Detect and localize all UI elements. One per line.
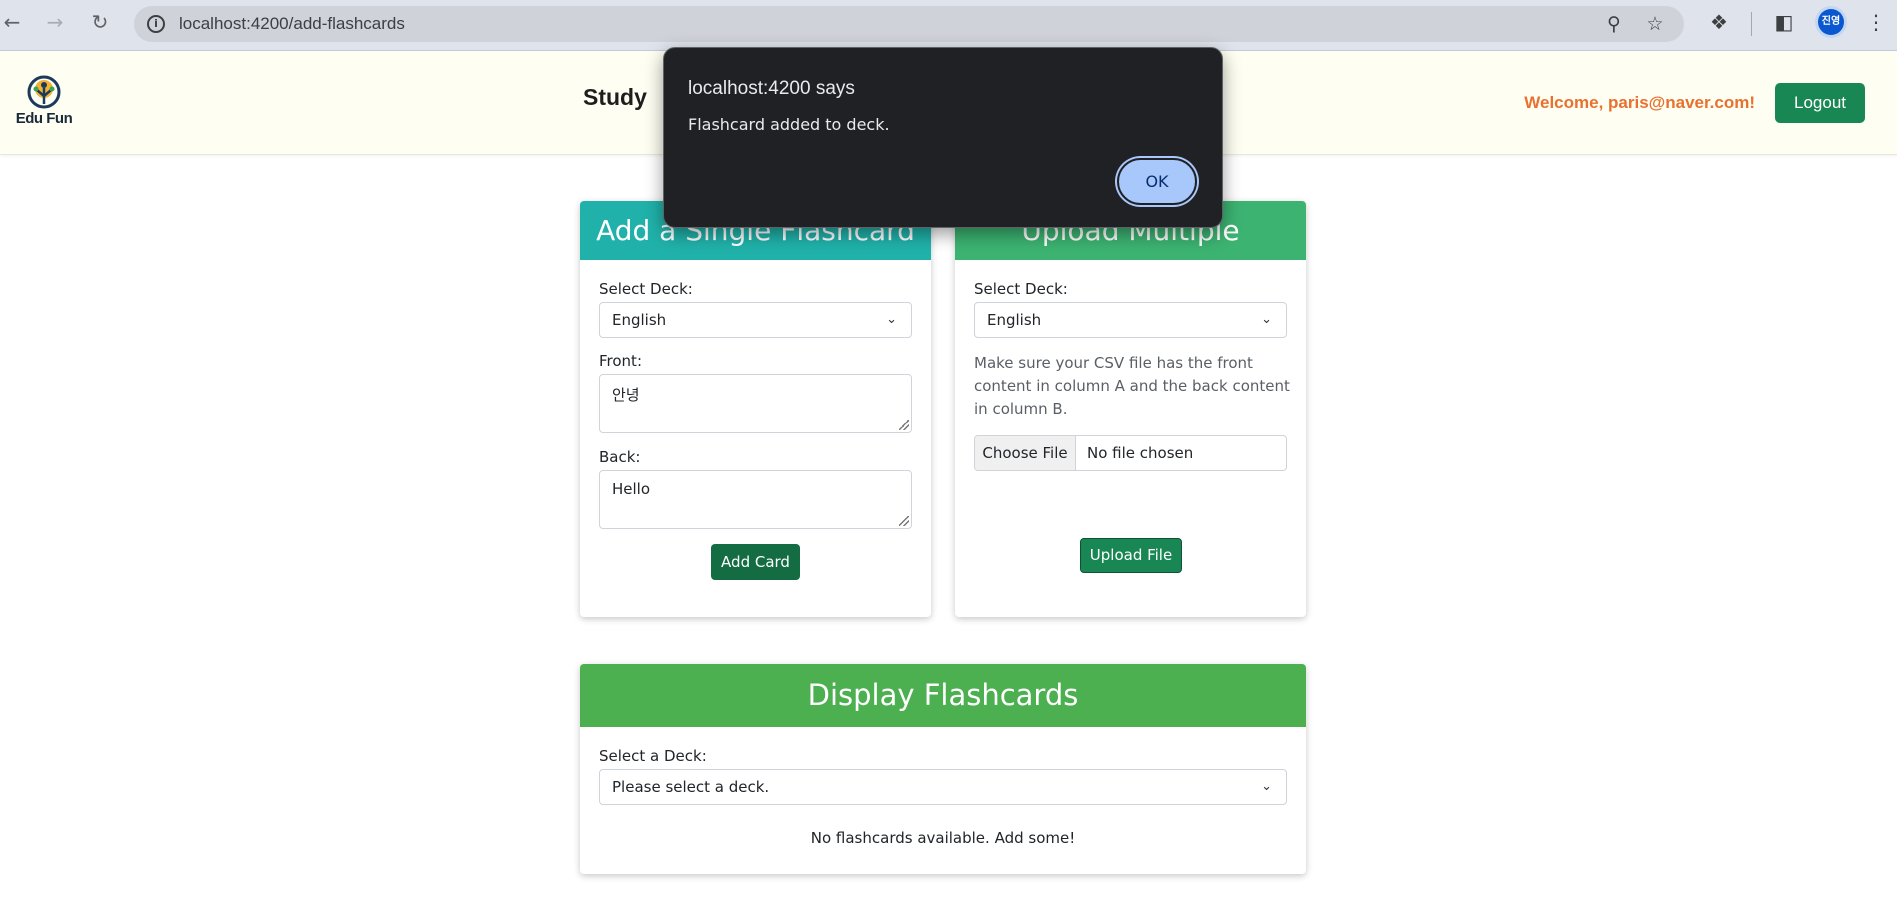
logout-button[interactable]: Logout	[1775, 83, 1865, 123]
back-value: Hello	[612, 480, 651, 498]
front-textarea[interactable]: 안녕	[599, 374, 912, 433]
multi-deck-select[interactable]: English ⌄	[974, 302, 1287, 338]
back-label: Back:	[599, 448, 641, 466]
logo-tree-icon	[27, 75, 61, 109]
side-panel-icon[interactable]: ◧	[1772, 10, 1796, 34]
dialog-message: Flashcard added to deck.	[688, 115, 890, 134]
back-icon[interactable]: ←	[0, 10, 24, 34]
dialog-title: localhost:4200 says	[688, 78, 855, 99]
display-deck-select[interactable]: Please select a deck. ⌄	[599, 769, 1287, 805]
dialog-ok-button[interactable]: OK	[1117, 158, 1197, 205]
reload-icon[interactable]: ↻	[88, 10, 112, 34]
extensions-icon[interactable]: ❖	[1707, 10, 1731, 34]
chevron-down-icon: ⌄	[1261, 779, 1272, 794]
front-label: Front:	[599, 352, 642, 370]
site-info-icon[interactable]: i	[147, 15, 165, 33]
choose-file-button[interactable]: Choose File	[975, 436, 1076, 470]
alert-dialog: localhost:4200 says Flashcard added to d…	[663, 47, 1223, 228]
csv-hint-text: Make sure your CSV file has the front co…	[974, 354, 1290, 418]
upload-file-button[interactable]: Upload File	[1080, 538, 1182, 573]
url-text: localhost:4200/add-flashcards	[179, 14, 405, 33]
single-deck-value: English	[612, 311, 667, 329]
nav-study-link[interactable]: Study	[583, 84, 647, 111]
address-bar[interactable]: i localhost:4200/add-flashcards ⚲ ☆	[134, 6, 1684, 42]
welcome-text: Welcome, paris@naver.com!	[1524, 93, 1755, 112]
chevron-down-icon: ⌄	[886, 312, 897, 327]
front-value: 안녕	[612, 386, 640, 404]
forward-icon[interactable]: →	[43, 10, 67, 34]
toolbar-divider	[1751, 12, 1752, 36]
file-status-text: No file chosen	[1087, 444, 1194, 462]
edufun-logo[interactable]: Edu Fun	[13, 74, 75, 134]
profile-avatar[interactable]: 진영	[1818, 9, 1844, 35]
logo-text: Edu Fun	[15, 110, 73, 127]
zoom-icon[interactable]: ⚲	[1603, 13, 1625, 35]
display-deck-placeholder: Please select a deck.	[612, 778, 770, 796]
resize-handle-icon[interactable]	[899, 516, 909, 526]
file-input[interactable]: Choose File No file chosen	[974, 435, 1287, 471]
display-deck-label: Select a Deck:	[599, 747, 707, 765]
add-card-button[interactable]: Add Card	[711, 544, 800, 580]
single-deck-select[interactable]: English ⌄	[599, 302, 912, 338]
browser-toolbar: ← → ↻ i localhost:4200/add-flashcards ⚲ …	[0, 0, 1897, 51]
upload-flashcards-card: Upload Multiple Flashcards Select Deck: …	[955, 201, 1306, 617]
chevron-down-icon: ⌄	[1261, 312, 1272, 327]
menu-kebab-icon[interactable]: ⋮	[1864, 10, 1888, 34]
single-deck-label: Select Deck:	[599, 280, 693, 298]
display-flashcards-card: Display Flashcards Select a Deck: Please…	[580, 664, 1306, 874]
empty-flashcards-message: No flashcards available. Add some!	[810, 829, 1076, 847]
display-card-title: Display Flashcards	[580, 664, 1306, 727]
resize-handle-icon[interactable]	[899, 420, 909, 430]
back-textarea[interactable]: Hello	[599, 470, 912, 529]
multi-deck-label: Select Deck:	[974, 280, 1068, 298]
single-flashcard-card: Add a Single Flashcard Select Deck: Engl…	[580, 201, 931, 617]
bookmark-star-icon[interactable]: ☆	[1644, 13, 1666, 35]
multi-deck-value: English	[987, 311, 1042, 329]
